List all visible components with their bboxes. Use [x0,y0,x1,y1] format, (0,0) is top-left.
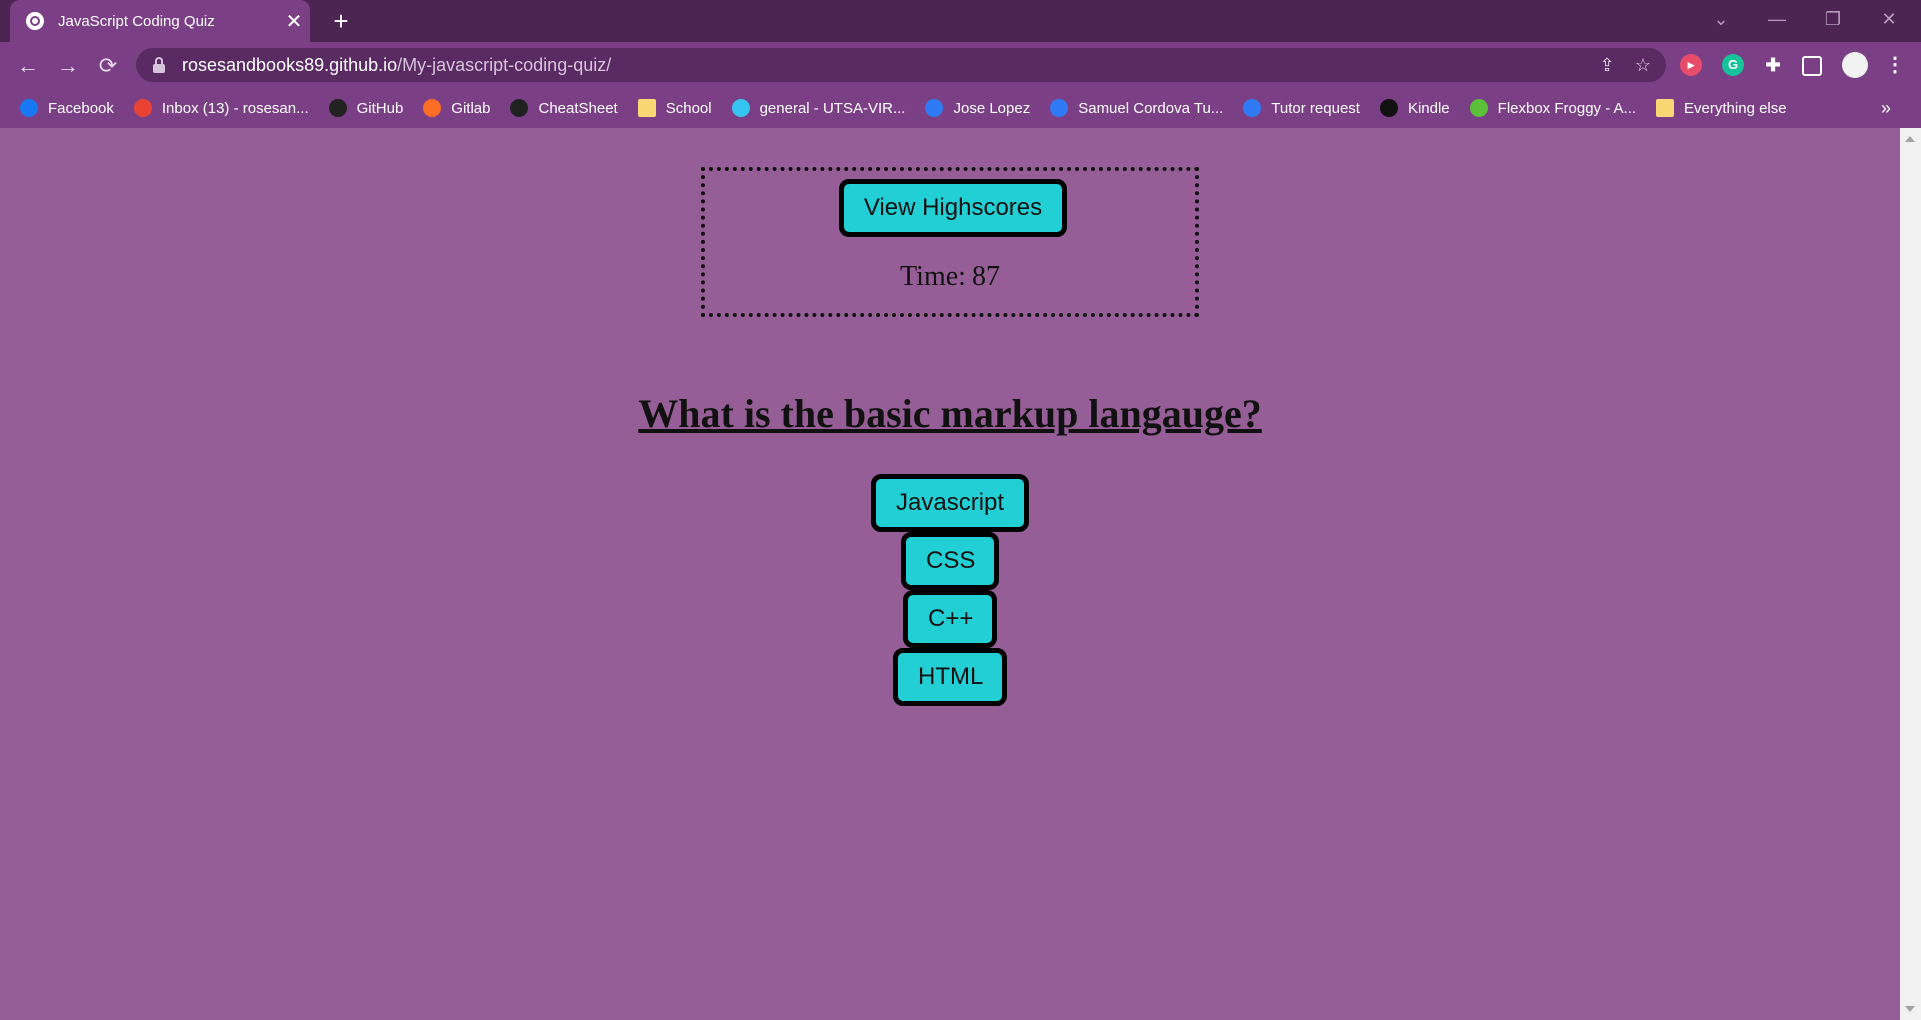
share-icon[interactable]: ⇪ [1596,54,1618,76]
bookmark-label: Samuel Cordova Tu... [1078,99,1224,117]
timer: Time: 87 [705,261,1195,293]
bookmark-label: Gitlab [451,99,491,117]
profile-avatar[interactable] [1842,52,1868,78]
bookmark-item[interactable]: Flexbox Froggy - A... [1469,99,1637,117]
bookmark-item[interactable]: GitHub [328,99,404,117]
question-title: What is the basic markup langauge? [638,391,1262,436]
folder-icon [1656,99,1675,117]
quiz-header: View Highscores Time: 87 [701,167,1199,317]
bookmark-item[interactable]: Everything else [1656,99,1787,117]
reload-icon[interactable]: ⟳ [92,50,124,82]
address-bar[interactable]: rosesandbooks89.github.io/My-javascript-… [136,48,1666,82]
vertical-scrollbar[interactable] [1900,128,1921,1020]
bookmark-item[interactable]: Jose Lopez [925,99,1030,117]
bookmark-label: general - UTSA-VIR... [759,99,906,117]
bookmark-item[interactable]: School [637,99,712,117]
view-highscores-button[interactable]: View Highscores [839,179,1067,237]
facebook-icon [20,99,38,117]
slack-icon [731,99,750,117]
forward-arrow-icon[interactable]: → [52,50,84,82]
tab-search-icon[interactable]: ⌄ [1693,0,1749,38]
bookmark-label: Jose Lopez [953,99,1031,117]
new-tab-button[interactable]: + [326,6,356,36]
answer-button-javascript[interactable]: Javascript [871,474,1029,532]
bookmark-label: Kindle [1407,99,1450,117]
kindle-icon [1379,99,1398,117]
bookmark-label: Flexbox Froggy - A... [1497,99,1637,117]
frog-icon [1469,99,1488,117]
tab-close-icon[interactable]: ✕ [278,9,310,34]
answer-button-cpp[interactable]: C++ [903,590,997,648]
menu-dots-icon[interactable]: ⋮ [1884,54,1906,76]
lock-icon [152,57,166,73]
bookmark-item[interactable]: Tutor request [1243,99,1360,117]
link-icon [1050,99,1069,117]
bookmark-label: Tutor request [1271,99,1360,117]
bookmark-label: School [665,99,712,117]
bookmark-item[interactable]: Inbox (13) - rosesan... [133,99,309,117]
tab-title: JavaScript Coding Quiz [58,12,215,30]
bookmark-label: Facebook [48,99,114,117]
browser-tab[interactable]: JavaScript Coding Quiz ✕ [10,0,310,42]
scroll-down-arrow-icon[interactable] [1905,1006,1915,1012]
bookmark-item[interactable]: Samuel Cordova Tu... [1050,99,1223,117]
scroll-up-arrow-icon[interactable] [1905,136,1915,142]
bookmark-label: Everything else [1684,99,1787,117]
star-icon[interactable]: ☆ [1632,54,1654,76]
answer-button-html[interactable]: HTML [893,648,1007,706]
screen-recorder-extension-icon[interactable]: ▸ [1680,54,1702,76]
puzzle-extensions-icon[interactable]: ✚ [1762,54,1784,76]
bookmark-item[interactable]: general - UTSA-VIR... [731,99,906,117]
timer-label: Time: [900,261,966,292]
close-window-button[interactable]: ✕ [1861,0,1917,38]
grammarly-extension-icon[interactable]: G [1722,54,1744,76]
bookmark-item[interactable]: Facebook [20,99,114,117]
link-icon [1243,99,1262,117]
side-panel-icon[interactable] [1802,56,1822,76]
browser-titlebar: JavaScript Coding Quiz ✕ + ⌄ — ❐ ✕ [0,0,1921,42]
gmail-icon [133,99,152,117]
globe-icon [26,12,44,30]
folder-icon [637,99,656,117]
answer-button-css[interactable]: CSS [901,532,999,590]
bookmark-item[interactable]: Kindle [1379,99,1450,117]
url-path: /My-javascript-coding-quiz/ [397,54,612,75]
minimize-button[interactable]: — [1749,0,1805,38]
github-icon [328,99,347,117]
url-host: rosesandbooks89.github.io [182,54,398,75]
timer-value: 87 [971,261,1000,292]
restore-button[interactable]: ❐ [1805,0,1861,38]
browser-toolbar: ← → ⟳ rosesandbooks89.github.io/My-javas… [0,42,1921,88]
bookmark-item[interactable]: Gitlab [423,99,490,117]
github-icon [510,99,529,117]
back-arrow-icon[interactable]: ← [12,50,44,82]
bookmark-label: GitHub [356,99,404,117]
bookmark-label: Inbox (13) - rosesan... [161,99,309,117]
bookmarks-overflow-button[interactable]: » [1881,98,1891,119]
page-viewport: View Highscores Time: 87 What is the basi… [0,128,1900,1020]
gitlab-icon [423,99,442,117]
bookmark-item[interactable]: CheatSheet [510,99,618,117]
bookmarks-bar: Facebook Inbox (13) - rosesan... GitHub Git… [0,88,1921,128]
bookmark-label: CheatSheet [538,99,618,117]
link-icon [925,99,944,117]
answer-list: Javascript CSS C++ HTML [0,474,1900,706]
